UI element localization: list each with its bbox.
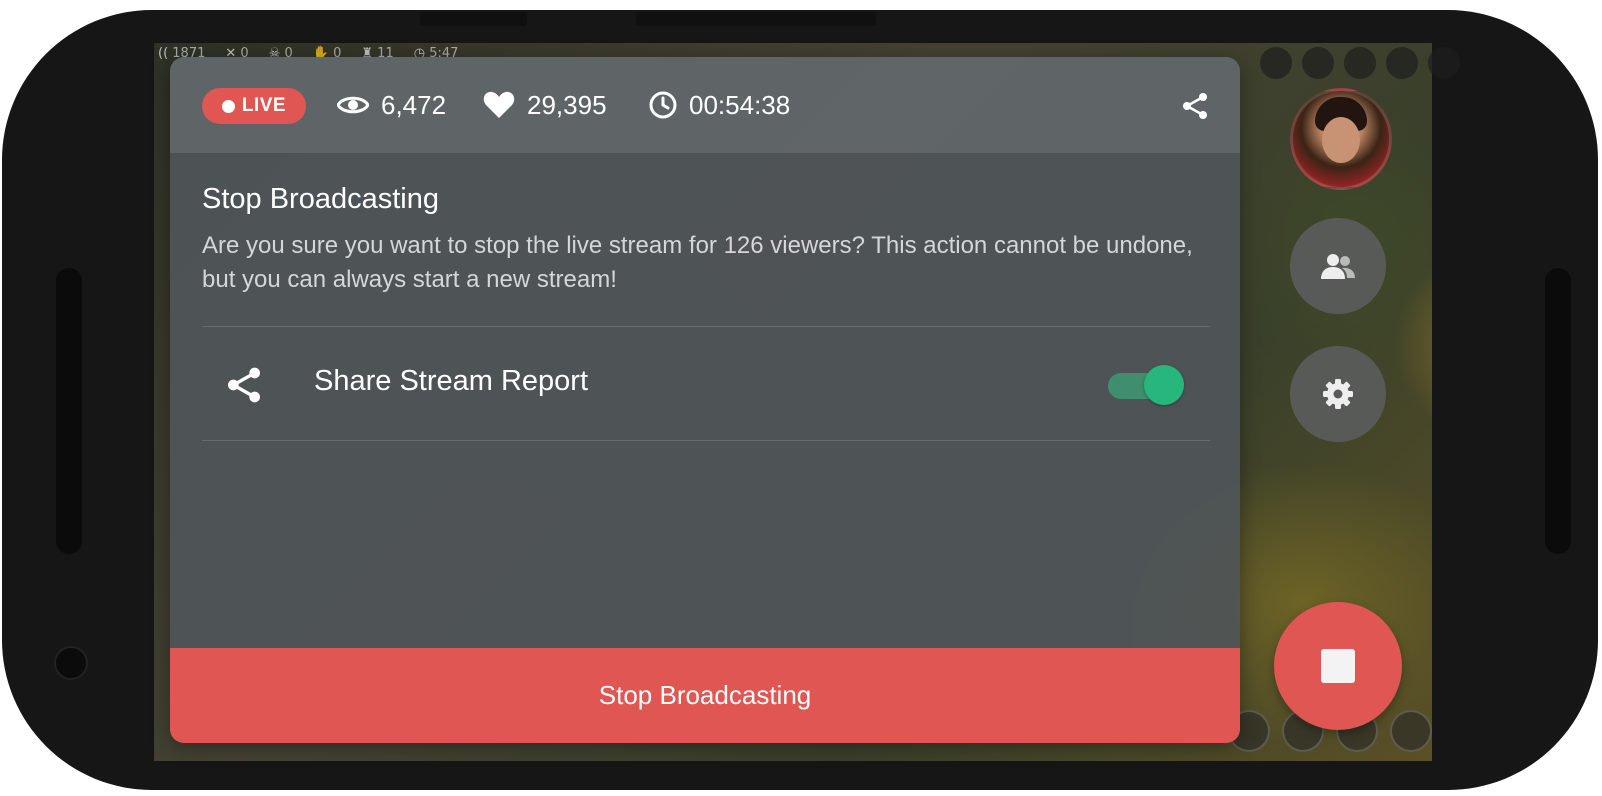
dialog-title: Stop Broadcasting xyxy=(202,183,439,215)
stop-stream-button[interactable] xyxy=(1274,602,1402,730)
like-count-value: 29,395 xyxy=(527,89,607,120)
stop-broadcasting-button[interactable]: Stop Broadcasting xyxy=(170,648,1240,743)
heart-icon xyxy=(483,91,515,118)
volume-button xyxy=(420,12,527,26)
view-count: 6,472 xyxy=(337,85,446,125)
share-button[interactable] xyxy=(1180,91,1210,126)
warning-icon xyxy=(1302,47,1334,79)
viewers-icon xyxy=(1321,254,1355,279)
like-count: 29,395 xyxy=(483,85,607,125)
viewers-button[interactable] xyxy=(1290,218,1386,314)
run-icon xyxy=(1344,47,1376,79)
live-badge: LIVE xyxy=(202,88,306,124)
share-report-toggle[interactable] xyxy=(1108,365,1184,405)
clock-icon xyxy=(649,91,677,119)
power-button xyxy=(636,12,876,26)
avatar-face xyxy=(1322,117,1360,163)
share-icon xyxy=(1183,93,1207,119)
avatar[interactable] xyxy=(1290,88,1392,190)
speaker-left xyxy=(56,268,82,554)
settings-button[interactable] xyxy=(1290,346,1386,442)
help-icon xyxy=(1428,47,1460,79)
stop-icon xyxy=(1321,649,1355,683)
shop-icon xyxy=(1390,710,1432,752)
share-icon xyxy=(228,367,260,403)
dialog-message: Are you sure you want to stop the live s… xyxy=(202,232,1193,293)
stream-stats-bar: LIVE 6,472 29,395 00:54:38 xyxy=(170,57,1240,153)
game-icon xyxy=(1260,47,1292,79)
front-camera xyxy=(54,646,88,680)
ability-icon xyxy=(1386,47,1418,79)
eye-icon xyxy=(337,96,369,114)
gear-icon xyxy=(1323,379,1353,409)
divider xyxy=(202,440,1210,441)
live-dot-icon xyxy=(221,99,235,113)
view-count-value: 6,472 xyxy=(381,89,447,120)
stream-duration: 00:54:38 xyxy=(649,85,790,125)
share-report-label: Share Stream Report xyxy=(314,365,589,397)
toggle-knob xyxy=(1144,365,1184,405)
stop-broadcasting-label: Stop Broadcasting xyxy=(598,680,812,710)
share-report-option[interactable]: Share Stream Report xyxy=(202,327,1210,439)
game-top-icons xyxy=(1260,47,1460,79)
stream-duration-value: 00:54:38 xyxy=(689,89,791,120)
stop-broadcast-dialog: LIVE 6,472 29,395 00:54:38 Stop Broadcas… xyxy=(170,57,1240,743)
speaker-right xyxy=(1545,268,1571,554)
live-label: LIVE xyxy=(241,95,287,116)
